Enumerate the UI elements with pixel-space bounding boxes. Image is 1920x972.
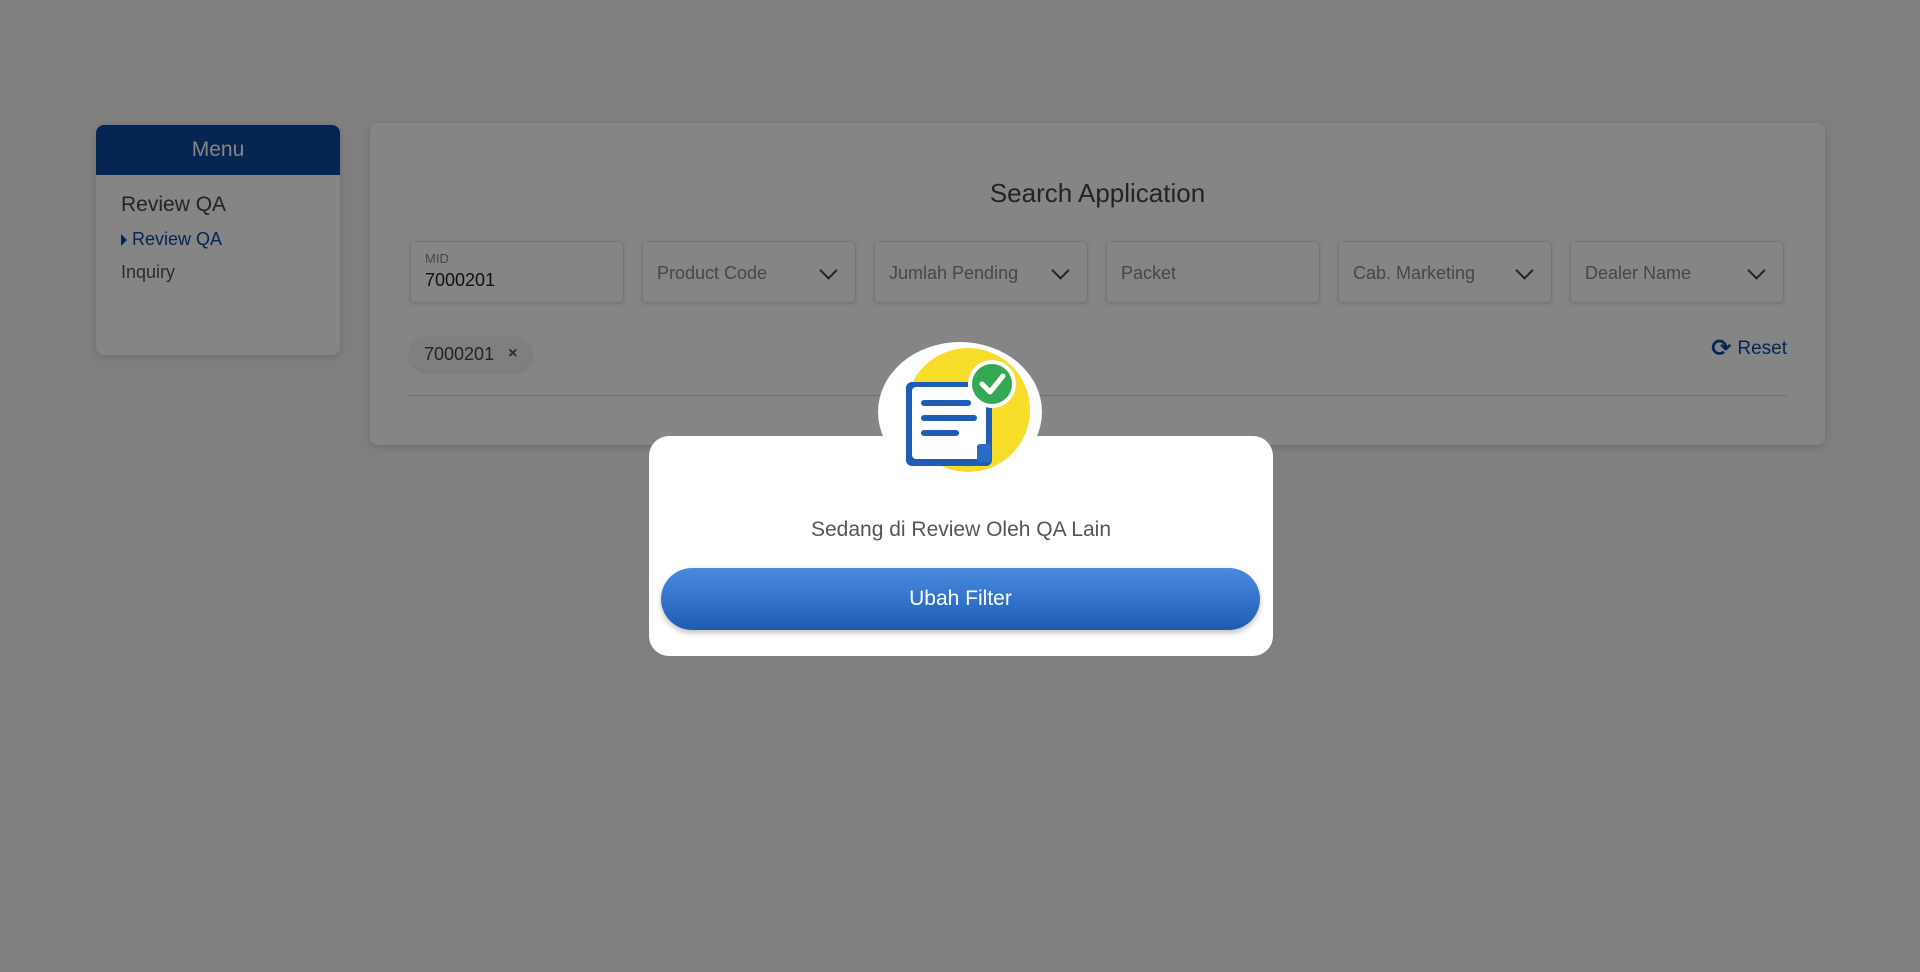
document-check-icon	[878, 342, 1042, 482]
modal-message: Sedang di Review Oleh QA Lain	[810, 518, 1112, 541]
ubah-filter-button[interactable]: Ubah Filter	[661, 568, 1260, 630]
